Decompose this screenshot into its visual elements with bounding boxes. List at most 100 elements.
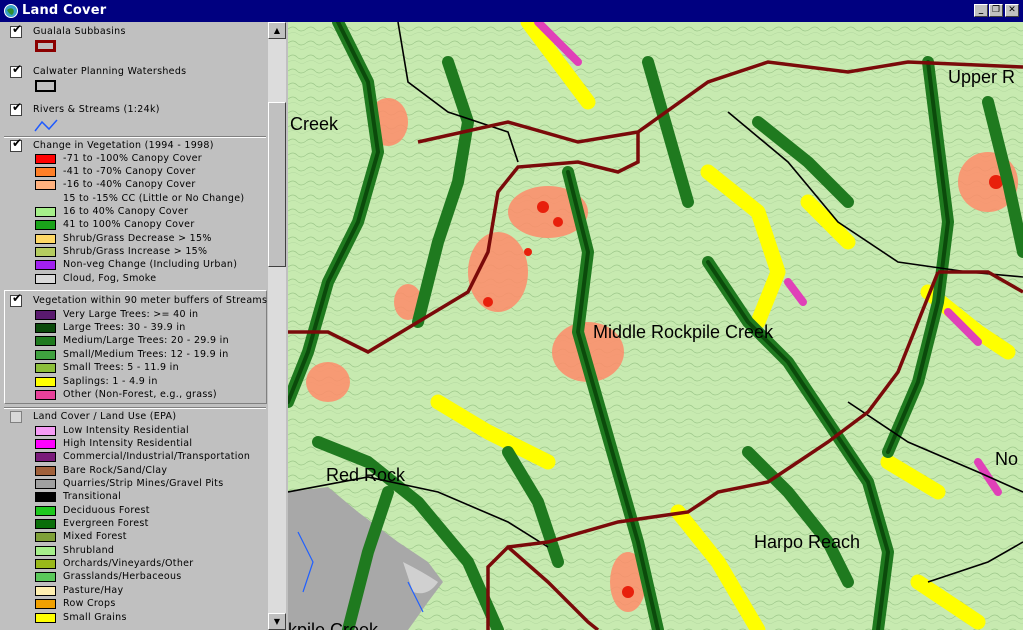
legend-swatch (35, 336, 56, 346)
arrow-up-icon: ▲ (273, 26, 281, 35)
layer-name-rivers-streams: Rivers & Streams (1:24k) (33, 104, 160, 115)
legend-entry-label: High Intensity Residential (63, 438, 193, 449)
restore-icon: ❐ (991, 5, 1001, 15)
legend-swatch (35, 310, 56, 320)
legend-swatch (35, 247, 56, 257)
legend-entry-label: -16 to -40% Canopy Cover (63, 179, 196, 190)
legend-swatch (35, 363, 56, 373)
legend-swatch (35, 572, 56, 582)
legend-swatch (35, 452, 56, 462)
map-label: Upper R (948, 67, 1015, 87)
map-label: No (995, 449, 1018, 469)
layer-name-change-in-vegetation: Change in Vegetation (1994 - 1998) (33, 140, 214, 151)
map-label: Harpo Reach (754, 532, 860, 552)
legend-entry-label: Small Grains (63, 612, 127, 623)
legend-divider (4, 136, 266, 138)
legend-swatch (35, 492, 56, 502)
layer-checkbox-land-cover-epa[interactable] (10, 411, 22, 423)
window-title: Land Cover (22, 3, 107, 18)
layer-name-calwater-watersheds: Calwater Planning Watersheds (33, 66, 187, 77)
stream-line-swatch (34, 119, 58, 132)
legend-list: Gualala Subbasins Calwater Planning Wate… (0, 22, 268, 630)
legend-entry-label: Deciduous Forest (63, 505, 150, 516)
legend-entry-label: Very Large Trees: >= 40 in (63, 309, 199, 320)
legend-divider (4, 407, 266, 409)
legend-scrollbar[interactable]: ▲ ▼ (268, 22, 286, 630)
arrow-down-icon: ▼ (273, 617, 281, 626)
legend-entry-label: Cloud, Fog, Smoke (63, 273, 157, 284)
layer-name-gualala-subbasins: Gualala Subbasins (33, 26, 126, 37)
legend-entry-label: Mixed Forest (63, 531, 127, 542)
layer-name-land-cover-epa: Land Cover / Land Use (EPA) (33, 411, 177, 422)
legend-entry-label: 16 to 40% Canopy Cover (63, 206, 189, 217)
legend-swatch (35, 323, 56, 333)
legend-swatch (35, 559, 56, 569)
map-view[interactable]: Creek Upper R Middle Rockpile Creek Red … (288, 22, 1023, 630)
legend-entry-label: 15 to -15% CC (Little or No Change) (63, 193, 245, 204)
legend-entry-label: Saplings: 1 - 4.9 in (63, 376, 158, 387)
legend-entry-label: Shrubland (63, 545, 115, 556)
legend-swatch (35, 466, 56, 476)
subbasin-boundary-swatch (35, 40, 56, 52)
scroll-down-button[interactable]: ▼ (268, 613, 286, 630)
legend-entry-label: Non-veg Change (Including Urban) (63, 259, 238, 270)
legend-entry-label: Row Crops (63, 598, 116, 609)
map-label: kpile Creek (288, 620, 379, 630)
legend-entry-label: Shrub/Grass Increase > 15% (63, 246, 208, 257)
close-button[interactable]: ✕ (1005, 4, 1019, 17)
legend-swatch (35, 377, 56, 387)
layer-checkbox-stream-buffer-vegetation[interactable] (10, 295, 22, 307)
layer-checkbox-rivers-streams[interactable] (10, 104, 22, 116)
legend-entry-label: 41 to 100% Canopy Cover (63, 219, 195, 230)
restore-button[interactable]: ❐ (989, 4, 1003, 17)
scroll-thumb[interactable] (268, 102, 286, 267)
legend-entry-label: Shrub/Grass Decrease > 15% (63, 233, 212, 244)
legend-swatch (35, 390, 56, 400)
scroll-up-button[interactable]: ▲ (268, 22, 286, 39)
title-bar: Land Cover _ ❐ ✕ (0, 0, 1023, 22)
legend-entry-label: -71 to -100% Canopy Cover (63, 153, 202, 164)
legend-entry-label: Commercial/Industrial/Transportation (63, 451, 251, 462)
layer-checkbox-change-in-vegetation[interactable] (10, 140, 22, 152)
legend-entry-label: Medium/Large Trees: 20 - 29.9 in (63, 335, 229, 346)
watershed-boundary-swatch (35, 80, 56, 92)
legend-swatch (35, 180, 56, 190)
legend-swatch (35, 350, 56, 360)
legend-swatch (35, 220, 56, 230)
legend-entry-label: Transitional (63, 491, 122, 502)
layer-checkbox-gualala-subbasins[interactable] (10, 26, 22, 38)
map-canvas[interactable]: Creek Upper R Middle Rockpile Creek Red … (288, 22, 1023, 630)
legend-swatch (35, 586, 56, 596)
legend-entry-label: Bare Rock/Sand/Clay (63, 465, 168, 476)
legend-entry-label: Large Trees: 30 - 39.9 in (63, 322, 186, 333)
legend-swatch (35, 439, 56, 449)
legend-swatch (35, 599, 56, 609)
legend-entry-label: Orchards/Vineyards/Other (63, 558, 194, 569)
legend-entry-label: Small/Medium Trees: 12 - 19.9 in (63, 349, 229, 360)
legend-swatch (35, 613, 56, 623)
legend-entry-label: Grasslands/Herbaceous (63, 571, 182, 582)
legend-swatch (35, 274, 56, 284)
legend-swatch (35, 479, 56, 489)
app-globe-icon (4, 4, 18, 18)
map-label: Creek (290, 114, 339, 134)
legend-panel: Gualala Subbasins Calwater Planning Wate… (0, 22, 287, 630)
legend-swatch (35, 519, 56, 529)
legend-swatch (35, 426, 56, 436)
close-icon: ✕ (1008, 5, 1016, 15)
legend-swatch (35, 260, 56, 270)
legend-entry-label: -41 to -70% Canopy Cover (63, 166, 196, 177)
legend-entry-label: Small Trees: 5 - 11.9 in (63, 362, 179, 373)
layer-checkbox-calwater-watersheds[interactable] (10, 66, 22, 78)
legend-entry-label: Pasture/Hay (63, 585, 124, 596)
legend-entry-label: Low Intensity Residential (63, 425, 189, 436)
legend-entry-label: Evergreen Forest (63, 518, 149, 529)
legend-swatch (35, 546, 56, 556)
layer-name-stream-buffer-vegetation: Vegetation within 90 meter buffers of St… (33, 295, 268, 306)
map-label: Middle Rockpile Creek (593, 322, 774, 342)
legend-swatch (35, 532, 56, 542)
legend-swatch (35, 234, 56, 244)
minimize-button[interactable]: _ (974, 4, 988, 17)
legend-entry-label: Quarries/Strip Mines/Gravel Pits (63, 478, 224, 489)
legend-swatch (35, 506, 56, 516)
